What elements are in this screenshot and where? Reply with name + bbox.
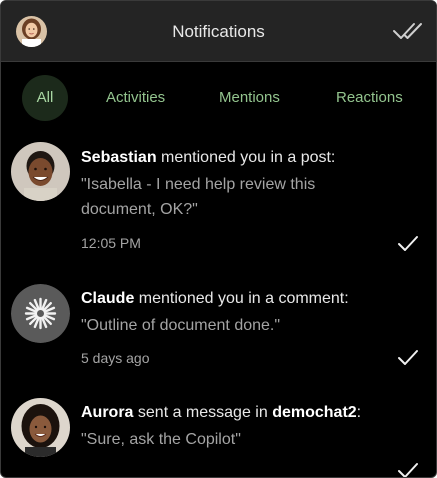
filter-tabs: All Activities Mentions Reactions [1,62,436,134]
notification-action: mentioned you in a comment: [134,290,349,307]
person-avatar [11,142,70,201]
channel-name[interactable]: demochat2 [272,404,356,421]
notification-action: mentioned you in a post: [156,149,336,166]
tab-reactions[interactable]: Reactions [336,75,403,121]
mark-all-read-button[interactable] [392,20,424,42]
notification-item[interactable]: Sebastian mentioned you in a post: "Isab… [1,142,436,272]
check-icon [398,236,418,251]
sender-name: Claude [81,290,135,307]
tab-all[interactable]: All [22,75,68,121]
notification-headline: Sebastian mentioned you in a post: [81,147,426,169]
notification-message: "Outline of document done." [81,317,281,334]
notification-time: 5 days ago [81,350,150,366]
notification-item[interactable]: Claude mentioned you in a comment: "Outl… [1,284,436,384]
mark-read-button[interactable] [396,234,420,254]
mark-read-button[interactable] [396,461,420,477]
tab-mentions[interactable]: Mentions [219,75,280,121]
starburst-avatar [11,284,70,343]
notification-item[interactable]: Aurora sent a message in demochat2: "Sur… [1,398,436,477]
sender-name: Aurora [81,404,134,421]
notification-headline: Aurora sent a message in demochat2: [81,402,426,424]
double-check-icon [393,23,422,39]
mark-read-button[interactable] [396,348,420,368]
page-title: Notifications [172,22,265,41]
header-bar: Notifications [1,1,436,62]
notification-action: sent a message in [133,404,273,421]
check-icon [398,463,418,477]
person-avatar [11,398,70,457]
notification-headline: Claude mentioned you in a comment: [81,288,426,310]
notifications-panel: Notifications All Activities Mentions Re… [0,0,437,478]
notification-time: 12:05 PM [81,235,141,251]
channel-suffix: : [356,404,362,421]
notification-message: "Isabella - I need help review this docu… [81,176,316,218]
tab-activities[interactable]: Activities [106,75,165,121]
check-icon [398,350,418,365]
notification-message: "Sure, ask the Copilot" [81,431,241,448]
sender-name: Sebastian [81,149,157,166]
